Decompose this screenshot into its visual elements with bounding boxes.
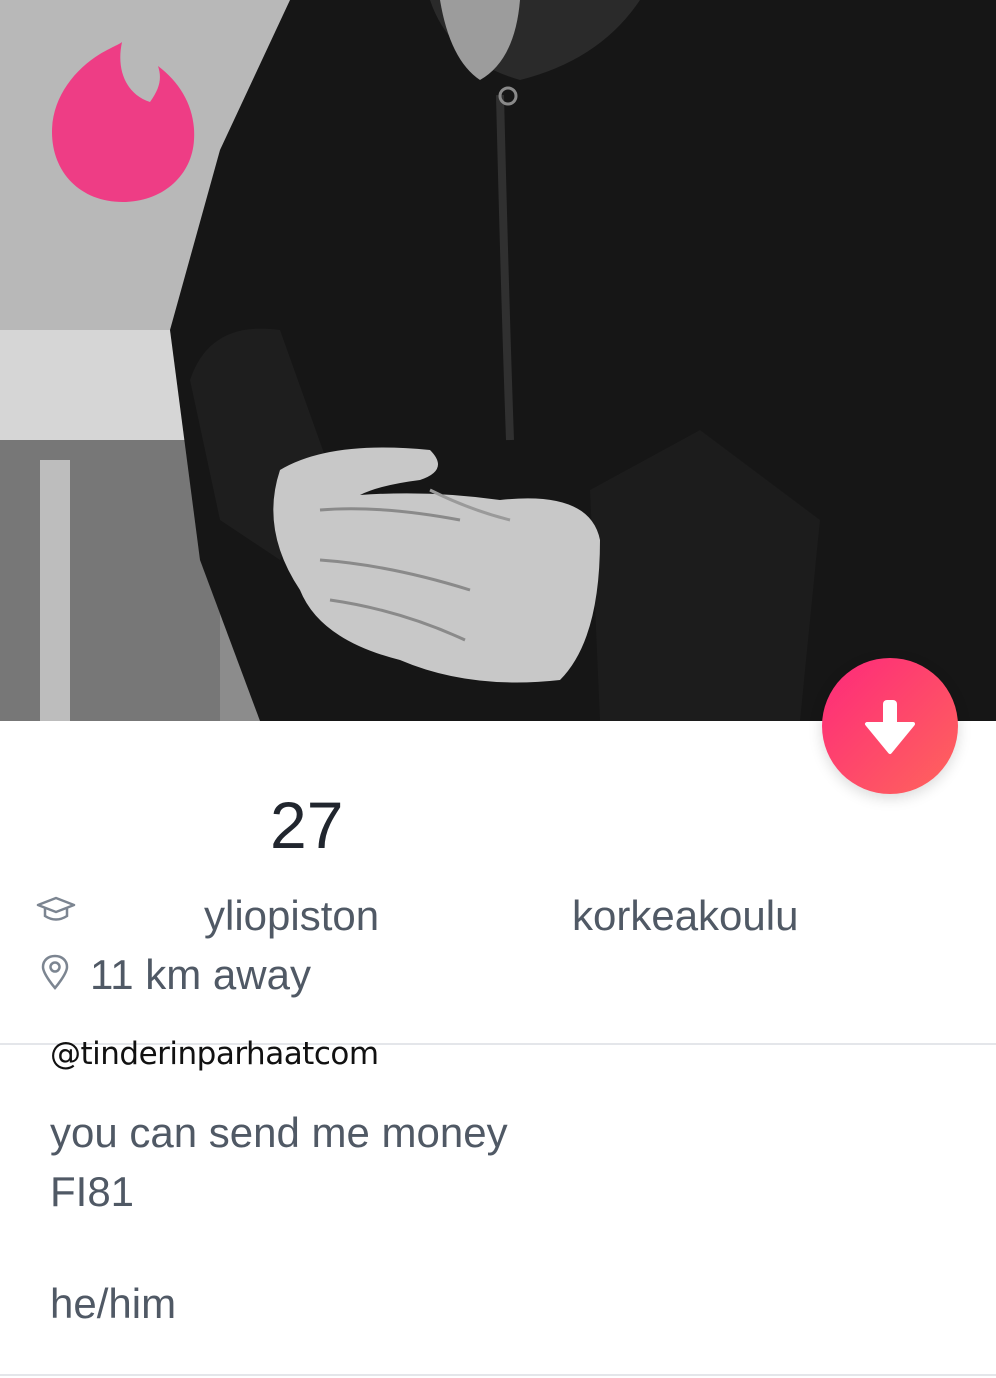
profile-photo[interactable] (0, 0, 996, 721)
graduation-cap-icon (36, 896, 76, 929)
distance-label: 11 km away (90, 951, 311, 998)
profile-bio: you can send me money FI81 (50, 1104, 508, 1222)
school-name-primary: yliopiston (204, 892, 380, 939)
location-pin-icon (40, 954, 70, 995)
arrow-down-icon (865, 700, 915, 754)
bio-line: you can send me money (50, 1109, 508, 1156)
profile-pronouns: he/him (50, 1280, 177, 1327)
profile-age: 27 (270, 788, 344, 862)
bottom-divider (0, 1374, 996, 1376)
school-name-secondary: korkeakoulu (572, 892, 799, 939)
watermark-text: @tinderinparhaatcom (50, 1036, 379, 1072)
collapse-profile-button[interactable] (822, 658, 958, 794)
bio-line: FI81 (50, 1167, 135, 1215)
tinder-flame-icon (50, 40, 196, 204)
